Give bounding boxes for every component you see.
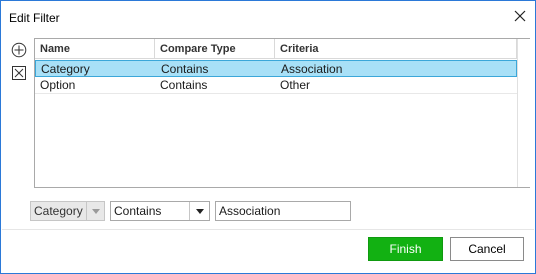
cell-criteria: Other xyxy=(280,78,311,92)
chevron-down-icon xyxy=(91,208,100,214)
cancel-button[interactable]: Cancel xyxy=(450,237,524,261)
footer-divider xyxy=(2,229,534,230)
filter-grid: Name Compare Type Criteria Category Cont… xyxy=(34,38,530,188)
cell-compare: Contains xyxy=(160,78,208,92)
chevron-down-icon xyxy=(195,208,204,214)
cell-compare: Contains xyxy=(161,62,209,76)
close-icon xyxy=(514,10,526,22)
cell-name: Category xyxy=(41,62,90,76)
criteria-input[interactable] xyxy=(215,201,351,221)
finish-button[interactable]: Finish xyxy=(368,237,443,261)
edit-filter-dialog: Edit Filter Name Compare Type Criteria C… xyxy=(0,0,536,274)
remove-filter-button[interactable] xyxy=(11,65,27,81)
close-button[interactable] xyxy=(505,2,535,30)
compare-type-select[interactable]: Contains xyxy=(110,201,210,221)
cell-criteria: Association xyxy=(281,62,343,76)
compare-type-dropdown[interactable] xyxy=(189,202,209,220)
grid-header: Name Compare Type Criteria xyxy=(35,39,517,59)
plus-circle-icon xyxy=(11,42,27,58)
x-box-icon xyxy=(12,66,26,80)
add-filter-button[interactable] xyxy=(11,42,27,58)
title-bar: Edit Filter xyxy=(1,1,535,33)
compare-type-value: Contains xyxy=(114,204,162,218)
field-select-dropdown[interactable] xyxy=(86,202,104,220)
column-header-compare-type[interactable]: Compare Type xyxy=(155,39,275,59)
vertical-scrollbar[interactable] xyxy=(517,39,530,187)
cell-name: Option xyxy=(40,78,76,92)
dialog-title: Edit Filter xyxy=(9,11,60,25)
column-header-criteria[interactable]: Criteria xyxy=(275,39,517,59)
field-select-value: Category xyxy=(34,204,83,218)
column-header-name[interactable]: Name xyxy=(35,39,155,59)
table-row[interactable]: Option Contains Other xyxy=(35,77,517,94)
field-select[interactable]: Category xyxy=(30,201,105,221)
table-row[interactable]: Category Contains Association xyxy=(35,60,517,77)
